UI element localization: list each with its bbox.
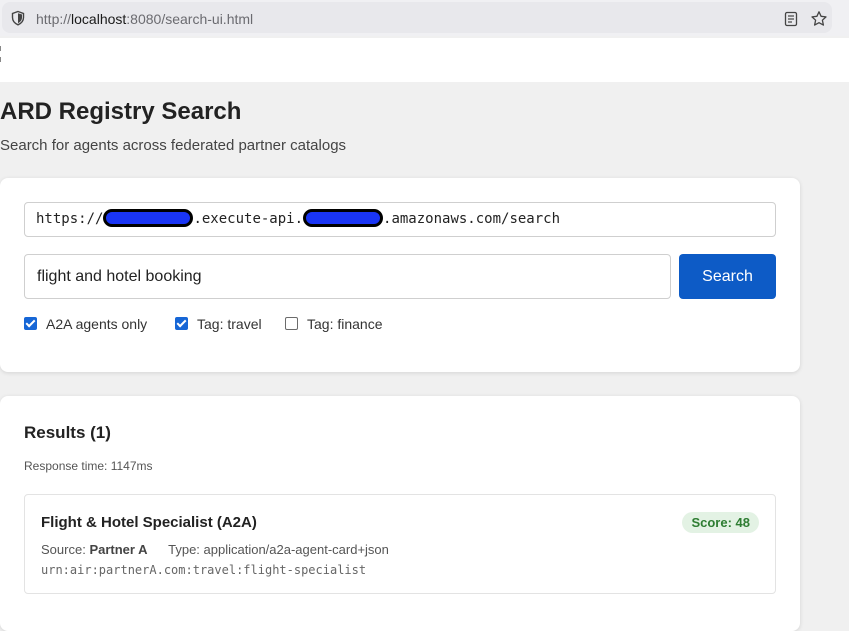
result-meta: Source: Partner A Type: application/a2a-… — [41, 542, 389, 557]
reader-view-icon[interactable] — [783, 11, 799, 27]
agent-urn: urn:air:partnerA.com:travel:flight-speci… — [41, 563, 367, 577]
redaction-mark — [103, 209, 194, 227]
score-badge: Score: 48 — [682, 512, 759, 533]
agent-name: Flight & Hotel Specialist (A2A) — [41, 514, 257, 531]
redaction-mark — [303, 209, 384, 227]
shield-icon[interactable] — [10, 10, 26, 26]
checkbox-a2a-only[interactable] — [24, 317, 37, 330]
results-panel: Results (1) Response time: 1147ms Flight… — [0, 396, 800, 631]
page-subtitle: Search for agents across federated partn… — [0, 137, 347, 154]
content-type: Type: application/a2a-agent-card+json — [168, 542, 389, 557]
filter-label: Tag: travel — [197, 316, 262, 332]
filter-label: Tag: finance — [307, 316, 383, 332]
response-time: Response time: 1147ms — [24, 459, 153, 473]
source-value: Partner A — [89, 542, 148, 557]
browser-notification-strip — [0, 38, 849, 82]
url-text: http://localhost:8080/search-ui.html — [36, 11, 254, 27]
page-title: ARD Registry Search — [0, 98, 242, 125]
result-card[interactable]: Flight & Hotel Specialist (A2A) Score: 4… — [24, 494, 776, 594]
bookmark-star-icon[interactable] — [810, 10, 828, 28]
source-label: Source: — [41, 542, 86, 557]
search-query-input[interactable]: flight and hotel booking — [24, 254, 671, 299]
filter-label: A2A agents only — [46, 316, 148, 332]
results-title: Results (1) — [24, 423, 111, 442]
browser-toolbar: http://localhost:8080/search-ui.html — [0, 0, 849, 36]
address-bar[interactable]: http://localhost:8080/search-ui.html — [2, 2, 832, 33]
endpoint-url-input[interactable]: https://.execute-api. .amazonaws.com/sear… — [24, 202, 776, 237]
search-panel: https://.execute-api. .amazonaws.com/sear… — [0, 178, 800, 372]
checkbox-tag-travel[interactable] — [175, 317, 188, 330]
checkbox-tag-finance[interactable] — [285, 317, 298, 330]
strip-marker — [0, 46, 2, 78]
search-button[interactable]: Search — [679, 254, 776, 299]
